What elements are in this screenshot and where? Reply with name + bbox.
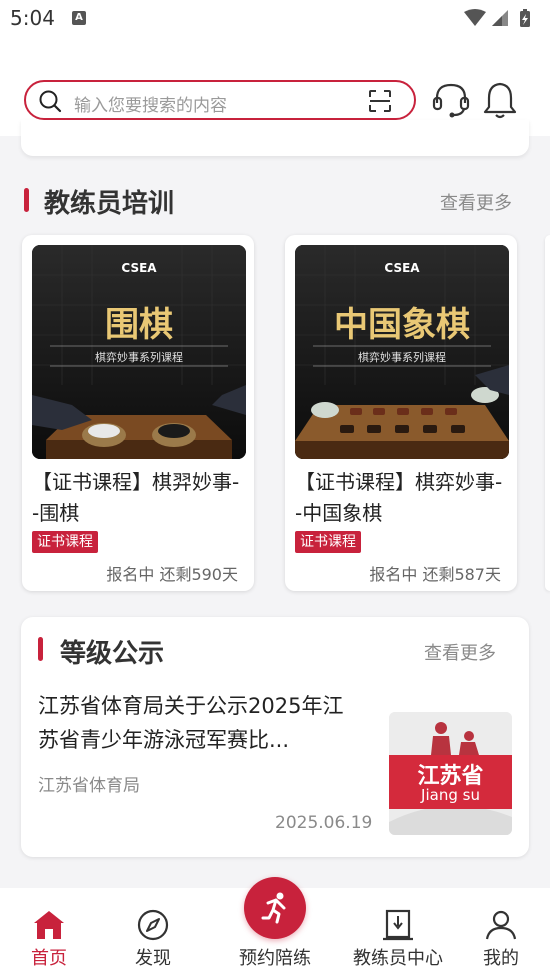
headset-icon[interactable] — [432, 81, 470, 119]
course-image-logo: CSEA — [121, 261, 157, 275]
bell-icon[interactable] — [483, 81, 517, 119]
course-status: 报名中 还剩587天 — [369, 565, 501, 584]
course-tag: 证书课程 — [32, 531, 98, 553]
app-screen: 5:04 A 输入您要搜索的内容 教练员培训 查看更多 CSEA 围棋 棋弈妙事… — [0, 0, 550, 979]
news-source: 江苏省体育局 — [38, 776, 140, 796]
course-card-weiqi[interactable]: CSEA 围棋 棋弈妙事系列课程 【证书课程】棋羿妙事--围棋 证书课程 报名中… — [22, 235, 254, 591]
course-image-title: 围棋 — [105, 305, 173, 345]
course-image-logo: CSEA — [384, 261, 420, 275]
booking-center-button[interactable] — [244, 877, 306, 939]
search-icon — [39, 90, 62, 113]
tab-coach-center[interactable]: 教练员中心 — [345, 888, 451, 979]
tab-label: 发现 — [135, 948, 171, 969]
next-course-card-edge — [545, 235, 550, 591]
bottom-tab-bar: 首页 发现 预约陪练 教练员中心 我的 — [0, 877, 550, 979]
course-image-subtitle: 棋弈妙事系列课程 — [358, 351, 446, 364]
section-title-coach-training: 教练员培训 — [44, 189, 175, 219]
course-status: 报名中 还剩590天 — [106, 565, 238, 584]
notification-icon: A — [72, 11, 86, 25]
course-image-subtitle: 棋弈妙事系列课程 — [95, 351, 183, 364]
previous-card-bottom — [21, 120, 529, 156]
level-notice-more-link[interactable]: 查看更多 — [424, 639, 496, 665]
course-image-title: 中国象棋 — [334, 305, 470, 345]
tab-mine[interactable]: 我的 — [466, 888, 536, 979]
tab-label: 我的 — [483, 948, 519, 969]
scan-icon[interactable] — [368, 89, 392, 113]
user-icon — [485, 910, 517, 940]
level-notice-card: 等级公示 查看更多 江苏省体育局关于公示2025年江苏省青少年游泳冠军赛比...… — [21, 617, 529, 857]
course-card-xiangqi[interactable]: CSEA 中国象棋 棋弈妙事系列课程 【证书课程】棋弈妙事--中国象棋 证书课程… — [285, 235, 517, 591]
course-title: 【证书课程】棋弈妙事--中国象棋 — [295, 470, 503, 525]
news-date: 2025.06.19 — [275, 813, 373, 833]
course-image-xiangqi: CSEA 中国象棋 棋弈妙事系列课程 — [295, 245, 509, 459]
tab-label: 教练员中心 — [353, 948, 443, 969]
coach-center-icon — [383, 909, 413, 941]
section-title-level-notice: 等级公示 — [60, 639, 165, 669]
tab-label: 首页 — [31, 948, 67, 969]
status-time: 5:04 — [10, 6, 55, 30]
tab-discover[interactable]: 发现 — [118, 888, 188, 979]
section-marker — [38, 637, 43, 661]
news-title[interactable]: 江苏省体育局关于公示2025年江苏省青少年游泳冠军赛比... — [38, 689, 358, 757]
thumbnail-subtitle: Jiang su — [421, 786, 480, 804]
tab-label: 预约陪练 — [239, 948, 311, 969]
tab-booking[interactable]: 预约陪练 — [225, 877, 325, 979]
compass-icon — [137, 909, 169, 941]
section-marker — [24, 188, 29, 212]
search-box[interactable]: 输入您要搜索的内容 — [24, 80, 416, 120]
runner-icon — [261, 892, 286, 924]
coach-training-more-link[interactable]: 查看更多 — [440, 189, 512, 215]
tab-home[interactable]: 首页 — [14, 888, 84, 979]
home-icon — [34, 911, 64, 939]
search-placeholder[interactable]: 输入您要搜索的内容 — [74, 91, 227, 116]
course-tag: 证书课程 — [295, 531, 361, 553]
signal-battery-icon — [464, 9, 530, 27]
status-bar: 5:04 A — [0, 0, 550, 38]
course-image-weiqi: CSEA 围棋 棋弈妙事系列课程 — [32, 245, 246, 459]
course-title: 【证书课程】棋羿妙事--围棋 — [32, 470, 240, 525]
news-thumbnail[interactable]: 江苏省 Jiang su — [389, 712, 512, 835]
